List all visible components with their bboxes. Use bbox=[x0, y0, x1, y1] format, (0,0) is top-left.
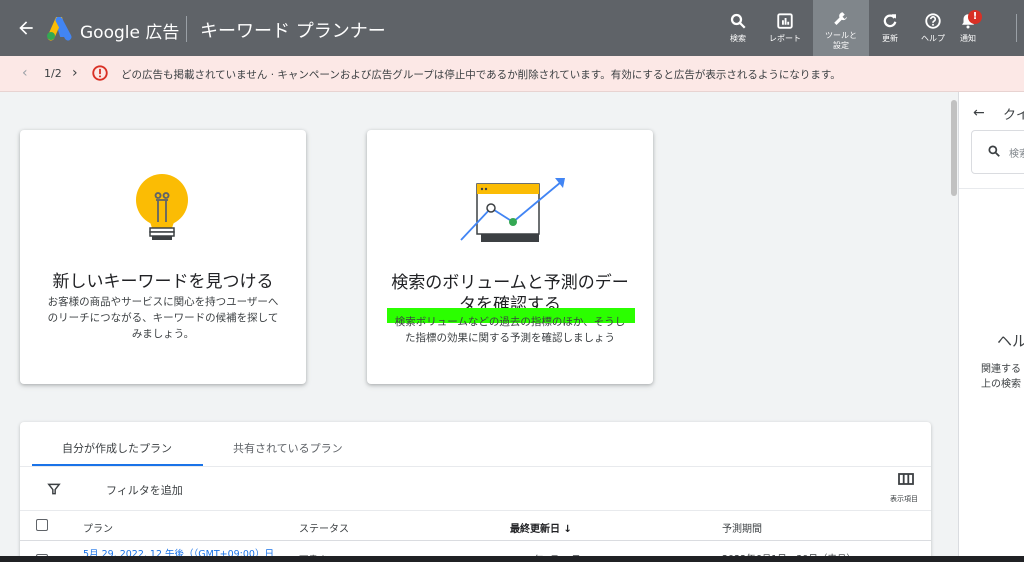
divider bbox=[20, 540, 931, 541]
alert-prev-chevron-icon[interactable]: ‹ bbox=[22, 65, 28, 81]
main-content: 新しいキーワードを見つける お客様の商品やサービスに関心を持つユーザーへ のリー… bbox=[0, 92, 950, 562]
help-tool-label: ヘルプ bbox=[921, 34, 945, 43]
plans-table-panel: 自分が作成したプラン 共有されているプラン フィルタを追加 表示項目 プラン ス… bbox=[20, 422, 931, 562]
main-scrollbar-thumb[interactable] bbox=[951, 100, 957, 196]
refresh-tool-label: 更新 bbox=[882, 34, 898, 43]
notification-tool-label: 通知 bbox=[960, 34, 976, 43]
back-arrow-icon[interactable] bbox=[16, 18, 36, 38]
refresh-icon bbox=[883, 14, 897, 28]
notification-tool-button[interactable]: 通知 bbox=[954, 0, 982, 56]
add-filter-button[interactable]: フィルタを追加 bbox=[106, 482, 183, 498]
columns-icon[interactable] bbox=[898, 473, 914, 485]
alert-message: どの広告も掲載されていません · キャンペーンおよび広告グループは停止中であるか… bbox=[121, 69, 841, 81]
title-divider bbox=[186, 16, 187, 42]
side-panel-title: クイ bbox=[1003, 108, 1024, 123]
lightbulb-icon bbox=[136, 174, 188, 240]
tools-settings-label-1: ツールと bbox=[825, 31, 857, 40]
divider bbox=[959, 188, 1024, 189]
select-all-checkbox[interactable] bbox=[36, 519, 48, 531]
tab-my-plans[interactable]: 自分が作成したプラン bbox=[62, 440, 172, 456]
side-help-desc-line: 上の検索 bbox=[981, 379, 1021, 390]
error-icon bbox=[92, 65, 108, 81]
report-tool-button[interactable]: レポート bbox=[764, 0, 806, 56]
forecast-card[interactable]: 検索のボリュームと予測のデー タを確認する 検索ボリュームなどの過去の指標のほか… bbox=[367, 130, 653, 384]
card-desc-line: みましょう。 bbox=[131, 328, 195, 340]
search-icon bbox=[730, 13, 746, 29]
column-header-last-updated[interactable]: 最終更新日 ↓ bbox=[510, 520, 572, 535]
tools-settings-button[interactable]: ツールと 設定 bbox=[813, 0, 869, 56]
report-icon bbox=[777, 13, 793, 29]
search-tool-label: 検索 bbox=[730, 34, 746, 43]
alert-next-chevron-icon[interactable]: › bbox=[72, 65, 78, 81]
refresh-tool-button[interactable]: 更新 bbox=[876, 0, 904, 56]
card-desc-line: た指標の効果に関する予測を確認しましょう bbox=[405, 332, 615, 344]
card-desc-line: 検索ボリュームなどの過去の指標のほか、そうし bbox=[394, 316, 626, 328]
topbar-divider bbox=[1016, 14, 1017, 42]
side-help-heading: ヘル bbox=[997, 332, 1024, 350]
help-icon bbox=[925, 13, 941, 29]
discover-keywords-card[interactable]: 新しいキーワードを見つける お客様の商品やサービスに関心を持つユーザーへ のリー… bbox=[20, 130, 306, 384]
report-tool-label: レポート bbox=[769, 34, 801, 43]
tab-shared-plans[interactable]: 共有されているプラン bbox=[233, 440, 343, 456]
search-tool-button[interactable]: 検索 bbox=[722, 0, 754, 56]
tools-settings-label-2: 設定 bbox=[833, 41, 849, 50]
side-search-placeholder: 検索 bbox=[1009, 149, 1024, 160]
help-tool-button[interactable]: ヘルプ bbox=[917, 0, 949, 56]
column-header-forecast-period[interactable]: 予測期間 bbox=[722, 520, 762, 535]
brand-name[interactable]: Google 広告 bbox=[80, 18, 179, 43]
bottom-taskbar-edge bbox=[0, 556, 1024, 562]
top-app-bar: Google 広告 キーワード プランナー 検索 レポート ツールと 設定 更新… bbox=[0, 0, 1024, 56]
filter-icon[interactable] bbox=[47, 482, 61, 496]
columns-label[interactable]: 表示項目 bbox=[890, 494, 918, 504]
page-title: キーワード プランナー bbox=[200, 21, 386, 42]
search-icon bbox=[988, 145, 1000, 157]
wrench-icon bbox=[834, 12, 847, 25]
help-side-panel: ← クイ 検索 ヘル 関連する 上の検索 bbox=[958, 92, 1024, 562]
google-ads-logo-icon[interactable] bbox=[46, 17, 72, 41]
divider bbox=[20, 466, 931, 467]
side-help-desc-line: 関連する bbox=[981, 364, 1021, 375]
column-header-plan[interactable]: プラン bbox=[83, 520, 113, 535]
growth-chart-icon bbox=[460, 178, 565, 242]
card-desc-line: お客様の商品やサービスに関心を持つユーザーへ bbox=[47, 296, 279, 308]
column-header-status[interactable]: ステータス bbox=[299, 520, 349, 535]
side-back-arrow-icon[interactable]: ← bbox=[973, 105, 985, 121]
alert-banner: ‹ 1/2 › どの広告も掲載されていません · キャンペーンおよび広告グループ… bbox=[0, 56, 1024, 92]
divider bbox=[20, 510, 931, 511]
notification-badge: ! bbox=[968, 10, 982, 24]
card-title: 新しいキーワードを見つける bbox=[52, 272, 274, 292]
card-title-line: 検索のボリュームと予測のデー bbox=[391, 273, 629, 293]
alert-counter: 1/2 bbox=[44, 67, 62, 80]
card-desc-line: のリーチにつながる、キーワードの候補を探して bbox=[47, 312, 279, 324]
